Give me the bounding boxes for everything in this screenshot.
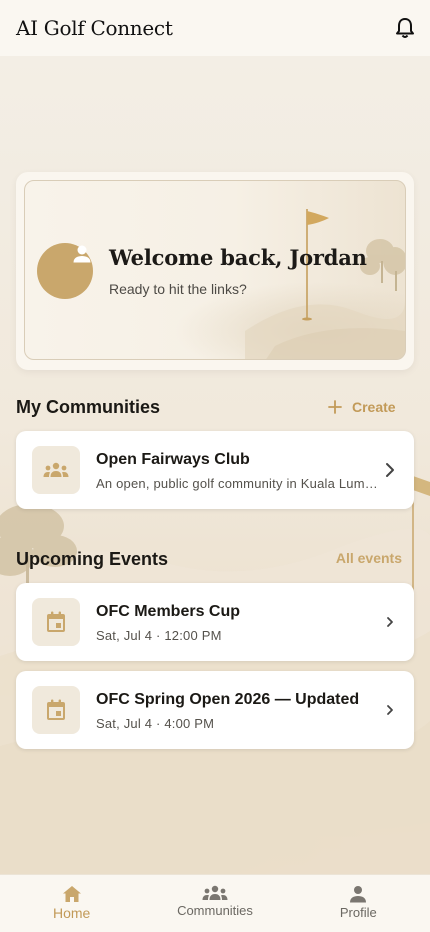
events-section-title: Upcoming Events <box>16 549 169 569</box>
home-icon <box>62 886 81 902</box>
event-card-spring-open[interactable]: OFC Spring Open 2026 — Updated Sat, Jul … <box>16 671 414 749</box>
event-card-members-cup[interactable]: OFC Members Cup Sat, Jul 4 · 12:00 PM <box>16 583 414 661</box>
event-icon-tile <box>32 598 80 646</box>
nav-item-profile[interactable]: Profile <box>287 875 430 932</box>
plus-icon <box>328 400 342 414</box>
bottom-navigation: Home Communities Profile <box>0 874 430 932</box>
welcome-title: Welcome back, Jordan <box>109 245 367 270</box>
welcome-card-inner: Welcome back, Jordan Ready to hit the li… <box>24 180 406 360</box>
group-icon <box>202 885 228 900</box>
nav-item-home[interactable]: Home <box>0 875 143 932</box>
app-title: AI Golf Connect <box>16 16 173 40</box>
create-community-button[interactable]: Create <box>328 396 396 418</box>
event-datetime: Sat, Jul 4 · 12:00 PM <box>96 628 222 643</box>
chevron-right-icon <box>387 617 393 627</box>
avatar <box>37 243 93 299</box>
nav-label-communities: Communities <box>177 903 253 918</box>
welcome-card: Welcome back, Jordan Ready to hit the li… <box>16 172 414 370</box>
calendar-icon <box>47 699 65 720</box>
communities-section-title: My Communities <box>16 397 161 417</box>
create-label: Create <box>352 399 396 415</box>
chevron-right-icon <box>386 463 394 477</box>
chevron-right-icon <box>387 705 393 715</box>
person-icon <box>73 245 91 263</box>
app-header: AI Golf Connect <box>0 0 430 56</box>
community-name: Open Fairways Club <box>96 451 250 468</box>
group-icon <box>43 462 69 477</box>
nav-label-profile: Profile <box>339 905 377 920</box>
community-description: An open, public golf community in Kuala … <box>96 476 380 491</box>
nav-item-communities[interactable]: Communities <box>143 875 286 932</box>
calendar-icon <box>47 611 65 632</box>
all-events-link[interactable]: All events <box>336 550 402 566</box>
bell-icon[interactable] <box>392 15 418 41</box>
event-datetime: Sat, Jul 4 · 4:00 PM <box>96 716 215 731</box>
community-icon-tile <box>32 446 80 494</box>
community-card-open-fairways[interactable]: Open Fairways Club An open, public golf … <box>16 431 414 509</box>
event-name: OFC Spring Open 2026 — Updated <box>96 691 360 708</box>
golf-course-illustration <box>245 209 405 359</box>
event-name: OFC Members Cup <box>96 603 241 620</box>
event-icon-tile <box>32 686 80 734</box>
nav-label-home: Home <box>52 905 91 921</box>
welcome-subtitle: Ready to hit the links? <box>109 281 247 297</box>
person-icon <box>350 886 367 903</box>
